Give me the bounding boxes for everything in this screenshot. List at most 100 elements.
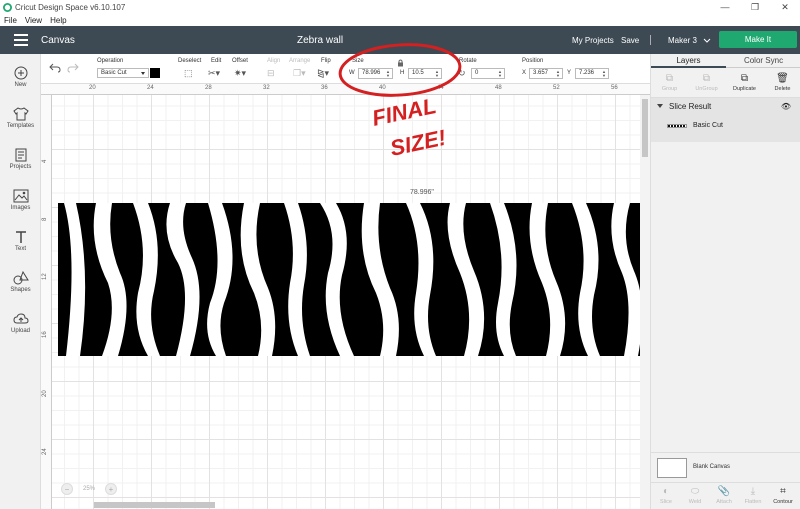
header-divider — [650, 35, 651, 45]
undo-icon[interactable] — [49, 63, 61, 73]
make-it-button[interactable]: Make It — [719, 31, 797, 48]
ruler-tick: 24 — [147, 85, 154, 91]
menu-view[interactable]: View — [25, 16, 42, 25]
images-label: Images — [10, 205, 31, 211]
rotate-input[interactable]: 0 ▲ ▼ — [471, 68, 505, 79]
zoom-level: 25% — [83, 486, 96, 492]
close-window-button[interactable]: ✕ — [770, 0, 800, 14]
my-projects-link[interactable]: My Projects — [572, 36, 614, 45]
blank-canvas-row[interactable]: Blank Canvas — [651, 452, 800, 480]
minimize-button[interactable]: — — [710, 0, 740, 14]
machine-selector[interactable]: Maker 3 — [668, 36, 711, 45]
redo-icon[interactable] — [67, 63, 79, 73]
arrange-icon[interactable]: ❐▾ — [293, 68, 306, 79]
offset-icon[interactable]: ✷▾ — [234, 68, 246, 79]
weld-button[interactable]: ⬭ Weld — [681, 485, 709, 505]
horizontal-scroll-thumb[interactable] — [94, 502, 215, 508]
combine-actions: ◐ Slice ⬭ Weld 📎 Attach ⤓ Flatten ⌗ Contour — [651, 482, 800, 509]
align-icon[interactable]: ⊟ — [267, 68, 275, 79]
rotate-value: 0 — [475, 70, 479, 76]
w-label: W — [349, 70, 355, 76]
new-button[interactable]: New — [0, 66, 41, 88]
rotate-spinner-icon[interactable]: ▲ ▼ — [498, 70, 502, 78]
ruler-tick: 12 — [42, 273, 48, 280]
color-swatch[interactable] — [150, 68, 160, 78]
slice-button[interactable]: ◐ Slice — [652, 485, 680, 505]
flatten-button[interactable]: ⤓ Flatten — [739, 485, 767, 505]
width-input[interactable]: 78.996 ▲ ▼ — [358, 68, 393, 79]
duplicate-button[interactable]: ⧉ Duplicate — [726, 73, 763, 92]
deselect-icon[interactable]: ⬚ — [184, 68, 193, 79]
rotate-label: Rotate — [459, 58, 477, 64]
horizontal-ruler: 20 24 28 32 36 40 44 48 52 56 — [41, 84, 650, 95]
blank-canvas-label: Blank Canvas — [693, 464, 731, 470]
app-window: Cricut Design Space v6.10.107 — ❐ ✕ File… — [0, 0, 800, 509]
text-icon — [15, 231, 26, 243]
ruler-tick: 20 — [42, 390, 48, 397]
operation-select[interactable]: Basic Cut — [97, 68, 149, 78]
group-button[interactable]: ⧉ Group — [651, 73, 688, 92]
height-spinner-icon[interactable]: ▲ ▼ — [435, 70, 439, 78]
ruler-tick: 20 — [89, 85, 96, 91]
rotate-icon: ↻ — [458, 68, 466, 78]
h-label: H — [400, 70, 405, 76]
flip-icon[interactable]: ⧎▾ — [317, 68, 329, 79]
scissors-icon[interactable]: ✂▾ — [208, 68, 220, 79]
text-button[interactable]: Text — [0, 230, 41, 252]
hamburger-menu-icon[interactable] — [14, 34, 28, 46]
zebra-print-image[interactable] — [58, 203, 640, 356]
operation-group: Operation — [97, 58, 123, 64]
text-label: Text — [14, 246, 26, 252]
y-position-input[interactable]: 7.236 ▲ ▼ — [575, 68, 609, 79]
contour-button[interactable]: ⌗ Contour — [769, 485, 797, 505]
height-input[interactable]: 10.5 ▲ ▼ — [408, 68, 442, 79]
zoom-out-button[interactable]: − — [61, 483, 73, 495]
maximize-button[interactable]: ❐ — [740, 0, 770, 14]
y-spinner-icon[interactable]: ▲ ▼ — [602, 70, 606, 78]
tshirt-icon — [12, 107, 29, 121]
zoom-in-button[interactable]: + — [105, 483, 118, 495]
shapes-button[interactable]: Shapes — [0, 271, 41, 293]
layer-group-row[interactable]: Slice Result — [657, 102, 711, 111]
weld-label: Weld — [688, 499, 702, 505]
templates-label: Templates — [6, 123, 35, 129]
ungroup-button[interactable]: ⧉ UnGroup — [688, 73, 725, 92]
layer-list: Slice Result 👁 Basic Cut — [651, 98, 800, 142]
eye-icon[interactable]: 👁 — [781, 102, 791, 111]
ruler-tick: 56 — [611, 85, 618, 91]
tab-color-sync[interactable]: Color Sync — [726, 54, 800, 68]
ruler-tick: 16 — [42, 331, 48, 338]
group-label: Group — [661, 86, 678, 92]
vertical-scrollbar[interactable] — [640, 95, 650, 509]
group-icon: ⧉ — [665, 73, 674, 84]
templates-button[interactable]: Templates — [0, 107, 41, 129]
vertical-scroll-thumb[interactable] — [642, 99, 648, 157]
machine-name: Maker 3 — [668, 35, 697, 45]
menu-file[interactable]: File — [4, 16, 17, 25]
width-spinner-icon[interactable]: ▲ ▼ — [386, 70, 390, 78]
upload-label: Upload — [10, 328, 30, 334]
attach-button[interactable]: 📎 Attach — [710, 485, 738, 505]
image-icon — [13, 189, 28, 203]
height-value: 10.5 — [412, 70, 424, 76]
projects-button[interactable]: Projects — [0, 148, 41, 170]
vertical-ruler: 4 8 12 16 20 24 — [41, 95, 52, 509]
y-position-value: 7.236 — [579, 70, 595, 76]
x-spinner-icon[interactable]: ▲ ▼ — [556, 70, 560, 78]
lock-icon[interactable] — [397, 59, 404, 67]
x-position-input[interactable]: 3.657 ▲ ▼ — [529, 68, 563, 79]
tab-layers[interactable]: Layers — [651, 54, 726, 68]
panel-tabs: Layers Color Sync — [651, 54, 800, 68]
delete-button[interactable]: 🗑 Delete — [764, 73, 800, 92]
shapes-label: Shapes — [10, 287, 31, 293]
menu-help[interactable]: Help — [50, 16, 66, 25]
layer-row[interactable]: Basic Cut — [667, 122, 723, 129]
save-button[interactable]: Save — [621, 36, 639, 45]
menu-bar: File View Help — [0, 14, 800, 26]
ruler-tick: 32 — [263, 85, 270, 91]
contour-icon: ⌗ — [780, 486, 786, 497]
images-button[interactable]: Images — [0, 189, 41, 211]
upload-button[interactable]: Upload — [0, 312, 41, 334]
section-title: Canvas — [41, 34, 75, 46]
ungroup-label: UnGroup — [695, 86, 718, 92]
